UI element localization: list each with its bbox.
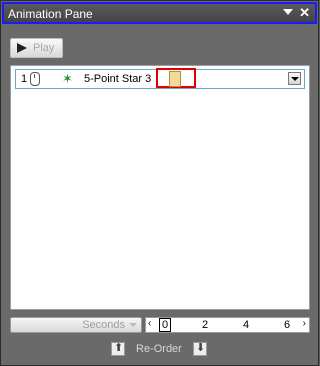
- title-bar: Animation Pane ✕: [2, 2, 317, 24]
- timing-bar[interactable]: [169, 71, 181, 87]
- play-icon: [17, 43, 27, 53]
- arrow-down-icon: ⬇: [196, 342, 206, 354]
- arrow-up-icon: ⬆: [114, 342, 124, 354]
- move-up-button[interactable]: ⬆: [111, 342, 125, 356]
- scroll-right-icon[interactable]: ›: [303, 318, 306, 329]
- seconds-dropdown[interactable]: Seconds: [10, 317, 142, 333]
- tick-label: 0: [159, 318, 172, 332]
- scroll-left-icon[interactable]: ‹: [148, 318, 151, 329]
- timeline: Seconds ‹ 0 2 4 6 ›: [10, 317, 310, 333]
- item-number: 1: [21, 73, 28, 85]
- reorder-controls: ⬆ Re-Order ⬇: [111, 342, 211, 358]
- mouse-click-icon: [30, 72, 40, 86]
- list-item[interactable]: 1 ✶ 5-Point Star 3: [15, 68, 305, 89]
- seconds-label: Seconds: [82, 319, 125, 331]
- item-dropdown-icon[interactable]: [288, 72, 301, 85]
- close-icon[interactable]: ✕: [299, 5, 310, 21]
- pane-options-dropdown-icon[interactable]: [283, 9, 293, 15]
- chevron-down-icon: [129, 323, 137, 327]
- animation-pane: Animation Pane ✕ Play 1 ✶ 5-Point Star 3…: [0, 0, 319, 366]
- play-label: Play: [33, 42, 55, 54]
- tick-label: 6: [284, 319, 291, 331]
- tick-label: 2: [202, 319, 209, 331]
- move-down-button[interactable]: ⬇: [193, 342, 207, 356]
- animation-list[interactable]: 1 ✶ 5-Point Star 3: [10, 65, 310, 310]
- play-button[interactable]: Play: [10, 38, 63, 58]
- tick-label: 4: [243, 319, 250, 331]
- time-ruler: ‹ 0 2 4 6 ›: [145, 317, 310, 333]
- pane-title: Animation Pane: [8, 7, 93, 21]
- reorder-label: Re-Order: [136, 343, 182, 355]
- entrance-effect-icon: ✶: [62, 71, 73, 86]
- item-name: 5-Point Star 3: [84, 73, 152, 85]
